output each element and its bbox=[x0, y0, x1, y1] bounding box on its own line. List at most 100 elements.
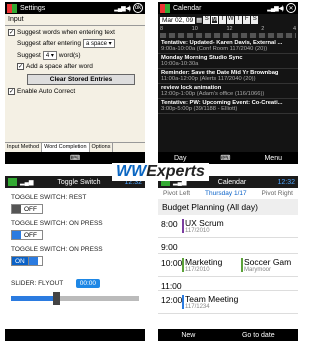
option-label: Enable Auto Correct bbox=[17, 88, 76, 95]
signal-icon: ▂▄▆ bbox=[20, 179, 34, 186]
event-title: Marketing bbox=[185, 257, 223, 267]
appointment-detail: 3:00p-5:00p (39/1188 - Elliott) bbox=[161, 106, 238, 112]
suggest-after-label: Suggest after entering bbox=[17, 40, 81, 47]
clock: 12:32 bbox=[277, 178, 295, 186]
close-button[interactable]: ✕ bbox=[286, 3, 296, 13]
soft-key-go-to-date[interactable]: Go to date bbox=[242, 332, 275, 339]
calendar-event[interactable]: Team Meeting 117/1234 bbox=[180, 291, 298, 313]
toggle-section: TOGGLE SWITCH: REST OFF bbox=[11, 194, 141, 214]
start-icon[interactable] bbox=[7, 3, 17, 13]
checkbox-checked-icon[interactable]: ✓ bbox=[8, 29, 15, 36]
soft-key-menu[interactable]: Menu bbox=[264, 155, 282, 162]
calendar-event[interactable]: Soccer Gam Marymoor bbox=[239, 254, 298, 276]
calendar-event[interactable]: UX Scrum 117/2010 bbox=[180, 215, 298, 237]
signal-icon: ▂▄▆ ◀) bbox=[114, 5, 131, 12]
settings-screen: Settings ▂▄▆ ◀) ok Input ✓ Suggest words… bbox=[5, 2, 145, 164]
tab-options[interactable]: Options bbox=[90, 143, 114, 152]
tab-input-method[interactable]: Input Method bbox=[5, 143, 43, 152]
tab-word-completion[interactable]: Word Completion bbox=[42, 143, 90, 152]
suggest-words-option[interactable]: ✓ Suggest words when entering text bbox=[8, 29, 142, 36]
hour-label: 4 bbox=[292, 26, 296, 32]
soft-key-bar bbox=[5, 329, 145, 341]
start-icon[interactable] bbox=[160, 3, 170, 13]
appointment-detail: 10:00a-10:30a bbox=[161, 61, 199, 67]
soft-key-new[interactable]: New bbox=[181, 332, 195, 339]
autocorrect-option[interactable]: ✓ Enable Auto Correct bbox=[8, 88, 142, 95]
hour-slot: 9:00 bbox=[158, 238, 298, 254]
pivot-right[interactable]: Pivot Right bbox=[262, 190, 293, 197]
suggest-after-select[interactable]: a space ▾ bbox=[82, 39, 115, 48]
day-fri[interactable]: F bbox=[243, 16, 251, 24]
add-space-option[interactable]: ✓ Add a space after word bbox=[17, 63, 142, 70]
title-bar: Settings ▂▄▆ ◀) ok bbox=[5, 2, 145, 14]
appointment[interactable]: Monday Morning Studio Sync 10:00a-10:30a bbox=[158, 54, 298, 69]
hour-label: 10 bbox=[191, 26, 198, 32]
hour-label: 9:00 bbox=[161, 242, 178, 252]
checkbox-checked-icon[interactable]: ✓ bbox=[17, 63, 24, 70]
day-tue[interactable]: T bbox=[219, 16, 227, 24]
event-location: 117/2010 bbox=[185, 267, 210, 273]
hour-label: 8 bbox=[160, 26, 164, 32]
toggle-switch[interactable]: OFF bbox=[11, 230, 43, 240]
day-mon[interactable]: M bbox=[211, 16, 219, 24]
signal-icon: ▂▄▆ ◀) bbox=[267, 5, 284, 12]
calendar-icon[interactable]: ▦ bbox=[196, 16, 202, 24]
select-value: a space bbox=[85, 40, 107, 47]
hour-labels: 8 10 12 2 4 bbox=[158, 26, 298, 32]
watermark-logo: WWExperts bbox=[112, 163, 209, 181]
toggle-section: TOGGLE SWITCH: ON PRESS ON bbox=[11, 246, 141, 266]
pivot-left[interactable]: Pivot Left bbox=[163, 190, 190, 197]
toggle-section: TOGGLE SWITCH: ON PRESS OFF bbox=[11, 220, 141, 240]
section-header: Input bbox=[5, 14, 145, 26]
toggle-label: TOGGLE SWITCH: ON PRESS bbox=[11, 220, 103, 227]
appointment[interactable]: Tentative: Updated- Karen Davis, Externa… bbox=[158, 39, 298, 54]
window-title: Settings bbox=[20, 4, 46, 12]
slider-thumb[interactable] bbox=[52, 292, 60, 305]
appointment-detail: 9:00a-10:00a (Conf Room 117/2040 (20)) bbox=[161, 46, 268, 52]
appointment[interactable]: review lock animation 12:00p-1:00p (Adam… bbox=[158, 84, 298, 99]
slider-section: SLIDER: FLYOUT 00:00 bbox=[11, 272, 141, 290]
appointment[interactable]: Reminder: Save the Date Mid Yr Brownbag … bbox=[158, 69, 298, 84]
pivot-current[interactable]: Thursday 1/17 bbox=[205, 190, 247, 197]
calendar-day-screen: ▂▄▆ Calendar 12:32 Pivot Left Thursday 1… bbox=[158, 176, 298, 341]
day-sun[interactable]: S bbox=[203, 16, 211, 24]
all-day-event[interactable]: Budget Planning (All day) bbox=[158, 199, 298, 215]
toggle-label: TOGGLE SWITCH: REST bbox=[11, 194, 87, 201]
option-label: Add a space after word bbox=[26, 63, 93, 70]
hour-slot: 11:00 bbox=[158, 277, 298, 291]
ok-button[interactable]: ok bbox=[133, 3, 143, 13]
watermark-prefix: WW bbox=[116, 163, 147, 180]
calendar-event[interactable]: Marketing 117/2010 bbox=[180, 254, 239, 276]
watermark-text: Experts bbox=[146, 163, 205, 180]
slider-track[interactable] bbox=[11, 292, 139, 305]
appointment[interactable]: Tentative: PW: Upcoming Event: Co-Creati… bbox=[158, 99, 298, 114]
keyboard-icon[interactable]: ⌨ bbox=[70, 154, 80, 162]
soft-key-day[interactable]: Day bbox=[174, 155, 186, 162]
toggle-switch[interactable]: OFF bbox=[11, 204, 43, 214]
window-title: Toggle Switch bbox=[57, 178, 101, 186]
event-location: 117/2010 bbox=[185, 228, 210, 234]
day-thu[interactable]: T bbox=[235, 16, 243, 24]
toggle-knob bbox=[12, 205, 21, 213]
day-sat[interactable]: S bbox=[251, 16, 259, 24]
hour-slot: 10:00 Marketing 117/2010 Soccer Gam Mary… bbox=[158, 254, 298, 277]
words-label: word(s) bbox=[58, 52, 81, 59]
keyboard-icon[interactable]: ⌨ bbox=[220, 154, 230, 162]
date-navigator: Mar 02, 09 ▦ S M T W T F S bbox=[158, 14, 298, 26]
window-title: Calendar bbox=[217, 178, 247, 186]
hour-slot: 12:00 Team Meeting 117/1234 bbox=[158, 291, 298, 314]
clear-entries-button[interactable]: Clear Stored Entries bbox=[27, 74, 135, 85]
settings-tabs: Input Method Word Completion Options bbox=[5, 142, 145, 152]
event-group: Marketing 117/2010 Soccer Gam Marymoor bbox=[180, 254, 298, 276]
day-wed[interactable]: W bbox=[227, 16, 235, 24]
toggle-state: ON bbox=[12, 257, 29, 265]
checkbox-checked-icon[interactable]: ✓ bbox=[8, 88, 15, 95]
hour-slot: 8:00 UX Scrum 117/2010 bbox=[158, 215, 298, 238]
date-picker[interactable]: Mar 02, 09 bbox=[160, 16, 196, 24]
start-icon[interactable] bbox=[8, 178, 17, 186]
toggle-label: TOGGLE SWITCH: ON PRESS bbox=[11, 246, 103, 253]
hour-label: 12 bbox=[226, 26, 233, 32]
suggest-count-select[interactable]: 4 ▾ bbox=[42, 51, 57, 60]
toggle-switch[interactable]: ON bbox=[11, 256, 43, 266]
slider-flyout: 00:00 bbox=[75, 279, 100, 288]
